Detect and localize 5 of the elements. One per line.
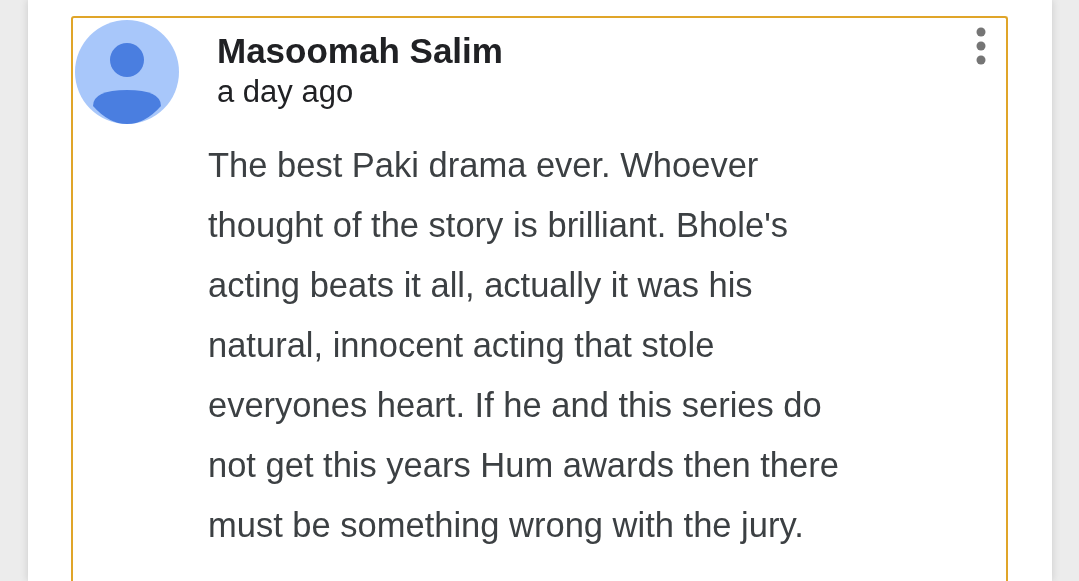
- comment-text: The best Paki drama ever. Whoever thought of the story is brilliant. Bhole's acting beats it all, actually it was his natural, innocent acting that stole everyones heart. If he and this series do not get this years Hum awards then there must be something wrong with the jury.: [208, 145, 839, 546]
- author-name: Masoomah Salim: [217, 30, 504, 72]
- comment-time: a day ago: [217, 73, 355, 111]
- more-options-icon[interactable]: [974, 26, 988, 66]
- avatar-icon: [75, 20, 179, 124]
